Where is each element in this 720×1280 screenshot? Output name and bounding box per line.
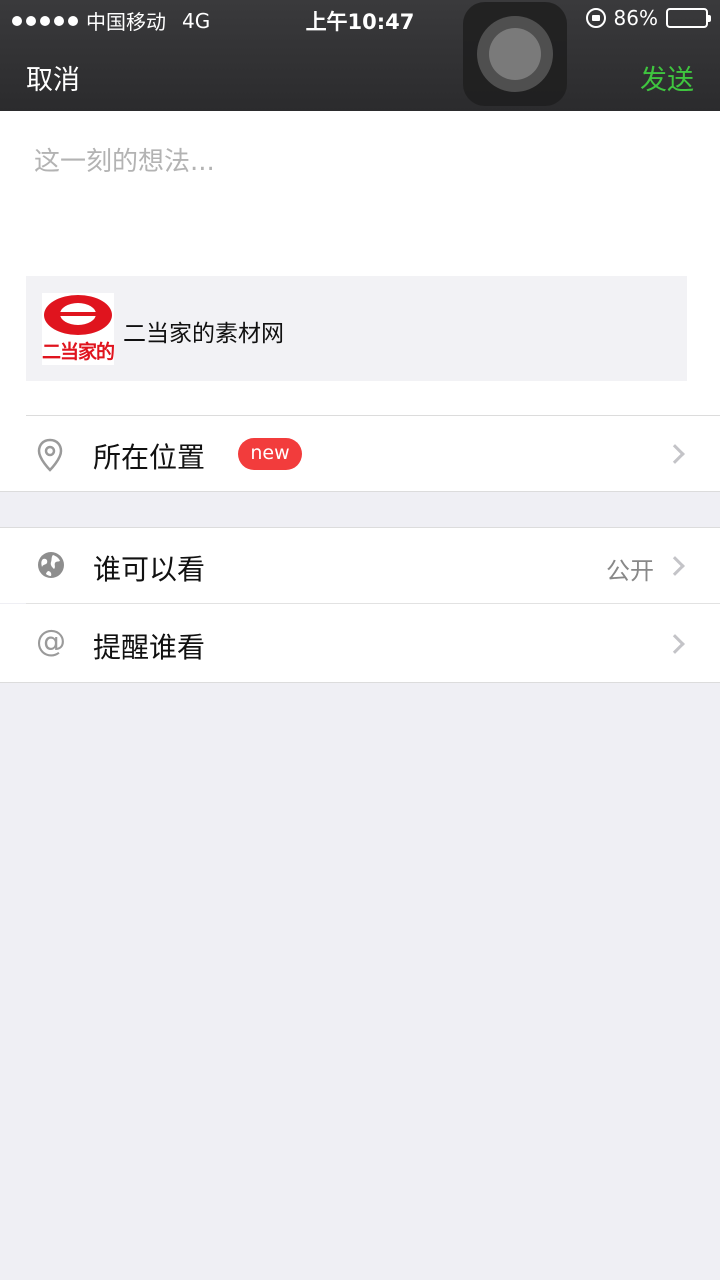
at-icon: @	[36, 624, 66, 659]
chevron-right-icon	[665, 556, 685, 576]
location-pin-icon	[36, 438, 64, 476]
divider	[0, 491, 720, 492]
assistive-touch-button[interactable]	[463, 2, 567, 106]
divider	[0, 682, 720, 683]
visibility-row[interactable]: 谁可以看 公开	[0, 528, 720, 603]
globe-icon	[36, 550, 66, 584]
shared-link-card[interactable]: 二当家的 二当家的素材网	[26, 276, 687, 381]
location-row[interactable]: 所在位置 new	[0, 416, 720, 491]
visibility-label: 谁可以看	[93, 553, 206, 586]
rotation-lock-icon	[585, 8, 606, 28]
visibility-value: 公开	[606, 557, 654, 585]
battery-percent: 86%	[613, 6, 658, 30]
new-badge: new	[238, 438, 302, 470]
site-logo: 二当家的	[42, 293, 114, 365]
status-bar: 中国移动 4G 上午10:47 86%	[0, 0, 720, 40]
logo-e-bar	[60, 312, 96, 316]
chevron-right-icon	[665, 634, 685, 654]
location-label: 所在位置	[93, 441, 206, 474]
mention-label: 提醒谁看	[93, 631, 206, 664]
top-bar: 中国移动 4G 上午10:47 86% 取消 发送	[0, 0, 720, 111]
link-title: 二当家的素材网	[123, 321, 284, 347]
battery-icon	[666, 8, 711, 28]
thought-input[interactable]: 这一刻的想法...	[34, 141, 215, 178]
assistive-touch-ring-inner	[489, 28, 541, 80]
logo-text: 二当家的	[42, 341, 114, 363]
cancel-button[interactable]: 取消	[26, 58, 80, 97]
mention-row[interactable]: @ 提醒谁看	[0, 604, 720, 682]
chevron-right-icon	[665, 444, 685, 464]
status-right: 86%	[585, 6, 711, 30]
send-button[interactable]: 发送	[640, 58, 694, 97]
